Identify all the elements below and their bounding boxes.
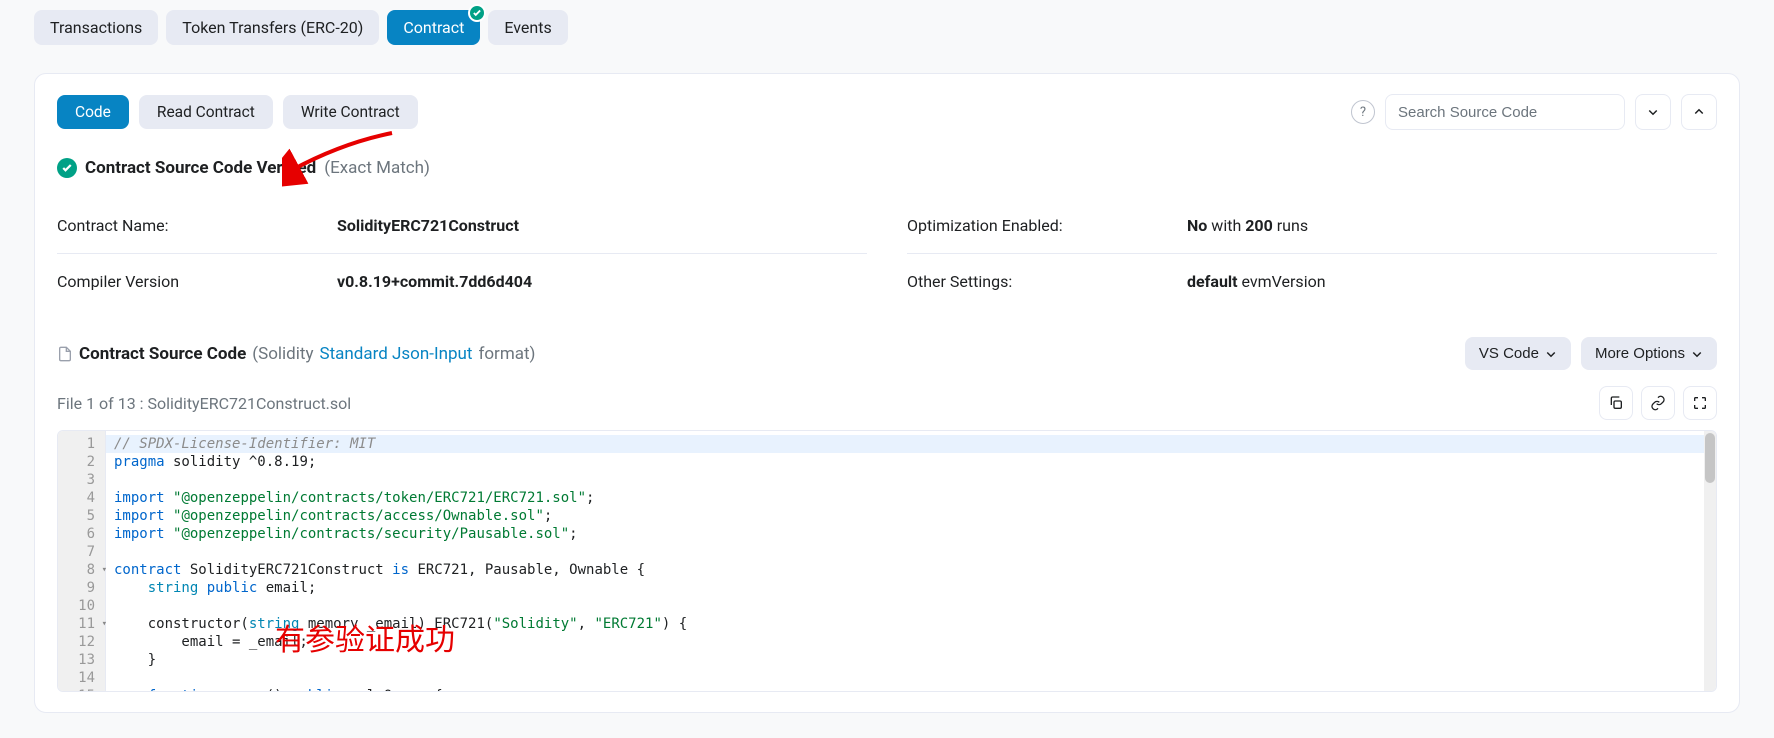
row-optimization: Optimization Enabled: No with 200 runs	[907, 198, 1717, 254]
source-title: Contract Source Code (Solidity Standard …	[57, 344, 535, 364]
match-label: (Exact Match)	[324, 158, 430, 178]
contract-card: Code Read Contract Write Contract ? Cont…	[34, 73, 1740, 713]
copy-button[interactable]	[1599, 386, 1633, 420]
row-contract-name: Contract Name: SolidityERC721Construct	[57, 198, 867, 254]
more-options-button[interactable]: More Options	[1581, 337, 1717, 370]
label-compiler: Compiler Version	[57, 272, 337, 291]
subtab-read[interactable]: Read Contract	[139, 95, 273, 129]
vscode-button[interactable]: VS Code	[1465, 337, 1571, 370]
subtab-right: ?	[1351, 94, 1717, 130]
tab-contract[interactable]: Contract	[387, 10, 480, 45]
code-content: // SPDX-License-Identifier: MIT pragma s…	[106, 431, 1716, 691]
help-icon[interactable]: ?	[1351, 100, 1375, 124]
expand-button[interactable]	[1683, 386, 1717, 420]
row-compiler: Compiler Version v0.8.19+commit.7dd6d404	[57, 254, 867, 309]
row-settings: Other Settings: default evmVersion	[907, 254, 1717, 309]
source-header: Contract Source Code (Solidity Standard …	[57, 337, 1717, 370]
search-input[interactable]	[1385, 94, 1625, 130]
main-tabs: Transactions Token Transfers (ERC-20) Co…	[34, 0, 1740, 55]
code-editor[interactable]: 1234567 8910111213141516 // SPDX-License…	[57, 430, 1717, 692]
source-actions: VS Code More Options	[1465, 337, 1717, 370]
check-icon	[57, 158, 77, 178]
verified-row: Contract Source Code Verified (Exact Mat…	[57, 158, 1717, 178]
subtab-write[interactable]: Write Contract	[283, 95, 418, 129]
tab-token-transfers[interactable]: Token Transfers (ERC-20)	[166, 10, 379, 45]
json-input-link[interactable]: Standard Json-Input	[319, 344, 472, 364]
editor-scrollbar[interactable]	[1704, 431, 1716, 691]
tab-transactions[interactable]: Transactions	[34, 10, 158, 45]
value-settings: default evmVersion	[1187, 272, 1326, 291]
line-gutter: 1234567 8910111213141516	[58, 431, 106, 691]
file-icon	[57, 345, 73, 363]
file-actions	[1599, 386, 1717, 420]
verified-label: Contract Source Code Verified	[85, 158, 316, 178]
value-compiler: v0.8.19+commit.7dd6d404	[337, 272, 532, 291]
verified-badge-icon	[468, 4, 486, 22]
file-row: File 1 of 13 : SolidityERC721Construct.s…	[57, 386, 1717, 420]
label-settings: Other Settings:	[907, 272, 1187, 291]
tab-events[interactable]: Events	[488, 10, 567, 45]
tab-contract-label: Contract	[403, 18, 464, 37]
subtab-code[interactable]: Code	[57, 95, 129, 129]
subtab-row: Code Read Contract Write Contract ?	[57, 94, 1717, 130]
link-button[interactable]	[1641, 386, 1675, 420]
subtab-left: Code Read Contract Write Contract	[57, 95, 418, 129]
chevron-down-button[interactable]	[1635, 94, 1671, 130]
label-contract-name: Contract Name:	[57, 216, 337, 235]
label-optimization: Optimization Enabled:	[907, 216, 1187, 235]
chevron-up-button[interactable]	[1681, 94, 1717, 130]
value-optimization: No with 200 runs	[1187, 216, 1308, 235]
value-contract-name: SolidityERC721Construct	[337, 216, 519, 235]
info-grid: Contract Name: SolidityERC721Construct O…	[57, 198, 1717, 309]
file-label: File 1 of 13 : SolidityERC721Construct.s…	[57, 394, 351, 413]
